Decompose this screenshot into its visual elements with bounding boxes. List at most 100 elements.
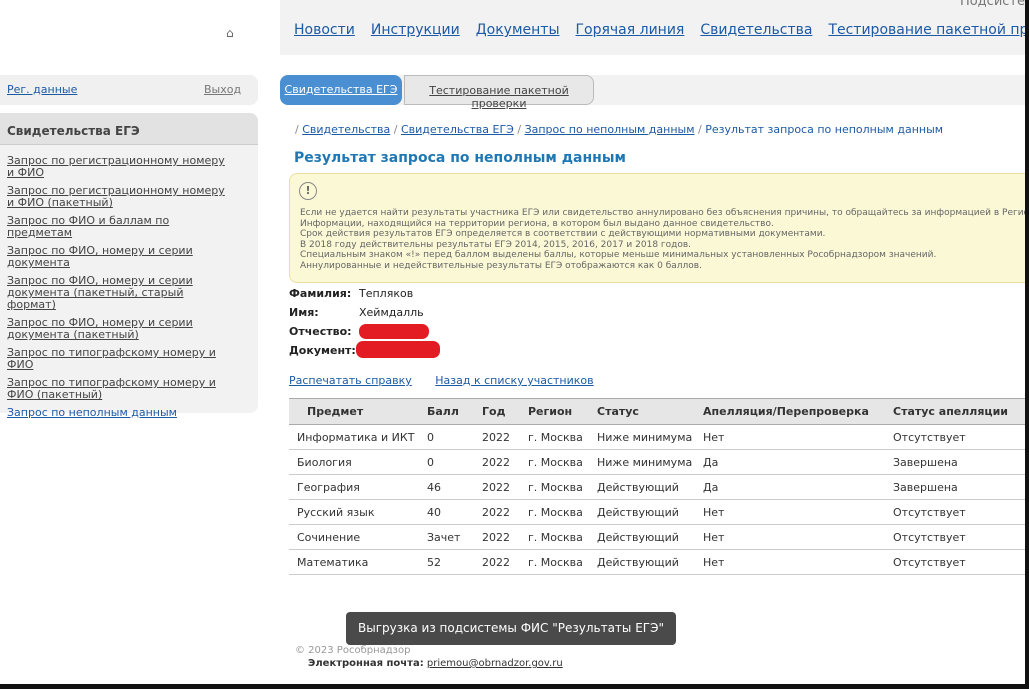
cell-appeal: Нет bbox=[695, 424, 885, 450]
cell-year: 2022 bbox=[474, 449, 520, 475]
cell-region: г. Москва bbox=[520, 499, 589, 525]
cell-status: Действующий bbox=[589, 474, 695, 500]
cell-subject: Сочинение bbox=[289, 524, 419, 550]
breadcrumb-certificates[interactable]: Свидетельства bbox=[302, 123, 390, 136]
name-value: Хеймдалль bbox=[359, 306, 424, 319]
cell-year: 2022 bbox=[474, 424, 520, 450]
cell-appeal: Да bbox=[695, 449, 885, 475]
notice-line: Если не удается найти результаты участни… bbox=[300, 208, 1025, 218]
sidebar-section-title: Свидетельства ЕГЭ bbox=[0, 113, 258, 145]
email-label: Электронная почта: bbox=[308, 658, 424, 669]
sidebar-item: Запрос по типографскому номеру и ФИО (па… bbox=[7, 377, 235, 401]
sidebar-item-typo-fio[interactable]: Запрос по типографскому номеру и ФИО bbox=[7, 346, 216, 371]
col-score: Балл bbox=[419, 398, 474, 425]
col-region: Регион bbox=[520, 398, 589, 425]
sidebar-item-typo-fio-batch[interactable]: Запрос по типографскому номеру и ФИО (па… bbox=[7, 376, 216, 401]
nav-news[interactable]: Новости bbox=[294, 22, 355, 38]
sidebar-item-fio-doc-batch[interactable]: Запрос по ФИО, номеру и серии документа … bbox=[7, 316, 193, 341]
cell-appeal: Нет bbox=[695, 549, 885, 575]
cell-region: г. Москва bbox=[520, 449, 589, 475]
sidebar-item-regnum-fio-batch[interactable]: Запрос по регистрационному номеру и ФИО … bbox=[7, 184, 225, 209]
nav-batch-testing[interactable]: Тестирование пакетной проверки bbox=[828, 22, 1029, 38]
cell-status: Действующий bbox=[589, 499, 695, 525]
notice-line: Срок действия результатов ЕГЭ определяет… bbox=[300, 229, 826, 240]
sidebar-item-fio-doc[interactable]: Запрос по ФИО, номеру и серии документа bbox=[7, 244, 193, 269]
cell-subject: География bbox=[289, 474, 419, 500]
patronymic-redaction bbox=[359, 324, 429, 339]
cell-appeal: Нет bbox=[695, 524, 885, 550]
cell-appeal-status: Отсутствует bbox=[885, 524, 1025, 550]
sidebar-item: Запрос по ФИО, номеру и серии документа … bbox=[7, 275, 235, 311]
breadcrumb-ege-certificates[interactable]: Свидетельства ЕГЭ bbox=[401, 123, 514, 136]
cell-region: г. Москва bbox=[520, 424, 589, 450]
sidebar-item-fio-doc-batch-old[interactable]: Запрос по ФИО, номеру и серии документа … bbox=[7, 274, 193, 311]
sidebar-item-partial-data[interactable]: Запрос по неполным данным bbox=[7, 406, 177, 419]
cell-appeal-status: Отсутствует bbox=[885, 424, 1025, 450]
cell-score: 0 bbox=[419, 424, 474, 450]
cell-appeal-status: Завершена bbox=[885, 474, 1025, 500]
action-links: Распечатать справку Назад к списку участ… bbox=[289, 374, 614, 387]
sidebar-item: Запрос по ФИО и баллам по предметам bbox=[7, 215, 235, 239]
table-row: Биология 0 2022 г. Москва Ниже минимума … bbox=[289, 449, 1025, 475]
notice-line: Аннулированные и недействительные резуль… bbox=[300, 260, 702, 271]
col-year: Год bbox=[474, 398, 520, 425]
top-nav: Новости Инструкции Документы Горячая лин… bbox=[294, 22, 1029, 38]
table-row: Сочинение Зачет 2022 г. Москва Действующ… bbox=[289, 524, 1025, 550]
reg-data-link[interactable]: Рег. данные bbox=[7, 83, 77, 96]
breadcrumb-current: Результат запроса по неполным данным bbox=[705, 123, 944, 136]
cell-region: г. Москва bbox=[520, 524, 589, 550]
cell-score: 40 bbox=[419, 499, 474, 525]
cell-score: Зачет bbox=[419, 524, 474, 550]
surname-value: Тепляков bbox=[359, 287, 414, 300]
nav-instructions[interactable]: Инструкции bbox=[371, 22, 460, 38]
cell-region: г. Москва bbox=[520, 474, 589, 500]
col-subject: Предмет bbox=[289, 398, 419, 425]
cell-appeal: Да bbox=[695, 474, 885, 500]
name-label: Имя: bbox=[289, 306, 319, 319]
col-appeal: Апелляция/Перепроверка bbox=[695, 398, 885, 425]
surname-label: Фамилия: bbox=[289, 287, 352, 300]
sidebar-item-fio-scores[interactable]: Запрос по ФИО и баллам по предметам bbox=[7, 214, 169, 239]
email-link[interactable]: priemou@obrnadzor.gov.ru bbox=[427, 658, 563, 669]
cell-appeal-status: Отсутствует bbox=[885, 499, 1025, 525]
back-to-list-link[interactable]: Назад к списку участников bbox=[435, 374, 593, 387]
cell-subject: Математика bbox=[289, 549, 419, 575]
nav-documents[interactable]: Документы bbox=[476, 22, 560, 38]
page-title: Результат запроса по неполным данным bbox=[294, 150, 626, 166]
cell-score: 46 bbox=[419, 474, 474, 500]
cell-status: Ниже минимума bbox=[589, 449, 695, 475]
table-row: Математика 52 2022 г. Москва Действующий… bbox=[289, 549, 1025, 575]
notice-text: Если не удается найти результаты участни… bbox=[300, 208, 1025, 272]
top-header: Подсисте Новости Инструкции Документы Го… bbox=[280, 0, 1029, 55]
notice-line: В 2018 году действительны результаты ЕГЭ… bbox=[300, 239, 692, 250]
cell-score: 0 bbox=[419, 449, 474, 475]
col-status: Статус bbox=[589, 398, 695, 425]
patronymic-label: Отчество: bbox=[289, 325, 352, 338]
cell-status: Действующий bbox=[589, 524, 695, 550]
breadcrumb-partial-query[interactable]: Запрос по неполным данным bbox=[525, 123, 695, 136]
nav-certificates[interactable]: Свидетельства bbox=[700, 22, 812, 38]
col-appeal-status: Статус апелляции bbox=[885, 398, 1025, 425]
cell-appeal: Нет bbox=[695, 499, 885, 525]
sidebar-item: Запрос по типографскому номеру и ФИО bbox=[7, 347, 235, 371]
cell-subject: Биология bbox=[289, 449, 419, 475]
footer-email: Электронная почта: priemou@obrnadzor.gov… bbox=[308, 658, 563, 669]
info-notice: ! Если не удается найти результаты участ… bbox=[289, 173, 1025, 283]
cell-year: 2022 bbox=[474, 499, 520, 525]
sidebar-item: Запрос по ФИО, номеру и серии документа … bbox=[7, 317, 235, 341]
tab-ege-certificates[interactable]: Свидетельства ЕГЭ bbox=[280, 75, 402, 105]
tab-batch-testing[interactable]: Тестирование пакетной проверки bbox=[404, 75, 594, 110]
sidebar-item-regnum-fio[interactable]: Запрос по регистрационному номеру и ФИО bbox=[7, 154, 225, 179]
cell-year: 2022 bbox=[474, 474, 520, 500]
logout-link[interactable]: Выход bbox=[204, 83, 241, 96]
print-certificate-link[interactable]: Распечатать справку bbox=[289, 374, 412, 387]
home-icon[interactable]: ⌂ bbox=[226, 26, 234, 40]
info-icon: ! bbox=[299, 182, 317, 200]
tab-bar: Свидетельства ЕГЭ Тестирование пакетной … bbox=[280, 75, 1025, 110]
document-label: Документ: bbox=[289, 344, 356, 357]
results-table: Предмет Балл Год Регион Статус Апелляция… bbox=[289, 398, 1025, 575]
cell-score: 52 bbox=[419, 549, 474, 575]
nav-hotline[interactable]: Горячая линия bbox=[576, 22, 685, 38]
cell-status: Действующий bbox=[589, 549, 695, 575]
sidebar-user-bar: Рег. данные Выход bbox=[0, 75, 258, 105]
